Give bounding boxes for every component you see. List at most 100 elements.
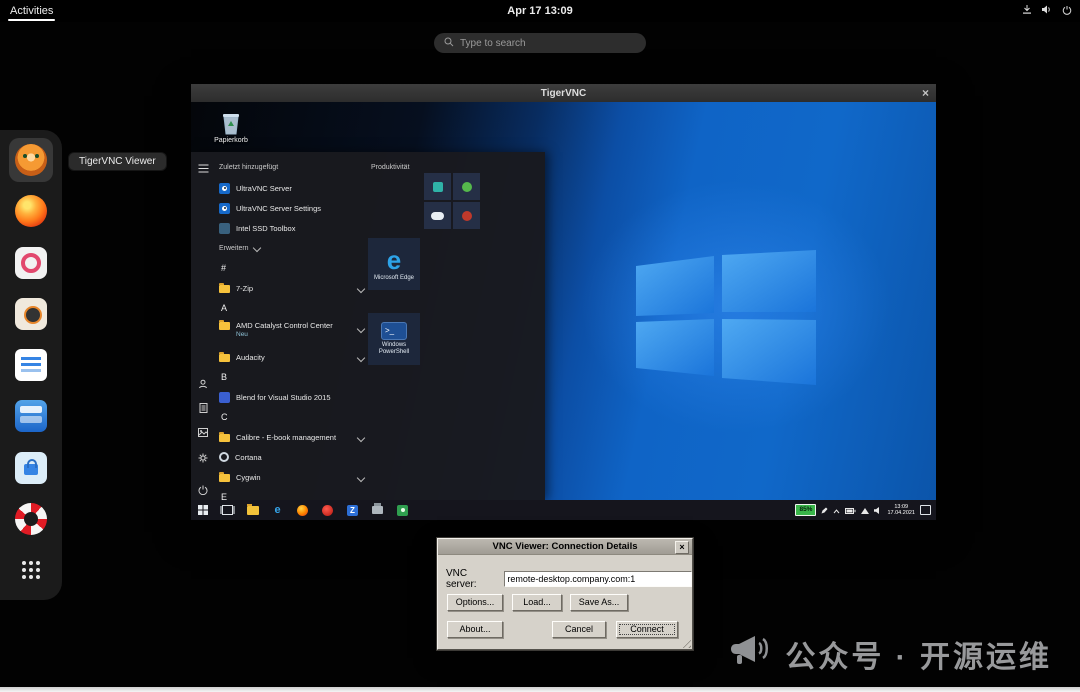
taskbar-clock[interactable]: 13:09 17.04.2021 <box>887 504 915 517</box>
vnc-connection-dialog: VNC Viewer: Connection Details VNC serve… <box>437 538 693 650</box>
letter-header[interactable]: E <box>219 487 367 500</box>
tray-expand-icon[interactable] <box>833 501 840 519</box>
tile-windows-powershell[interactable]: Windows PowerShell <box>368 313 420 365</box>
dock-item-camera[interactable] <box>9 292 53 336</box>
dock-item-software[interactable] <box>9 446 53 490</box>
user-icon[interactable] <box>197 378 209 390</box>
app-item-amd-catalyst[interactable]: AMD Catalyst Control Center Neu <box>219 318 367 347</box>
dialog-titlebar[interactable]: VNC Viewer: Connection Details <box>438 539 692 555</box>
pen-icon[interactable] <box>821 501 828 519</box>
dock-item-documents[interactable] <box>9 343 53 387</box>
dock-item-show-applications[interactable] <box>9 548 53 592</box>
mini-tile[interactable] <box>424 202 451 229</box>
activities-button[interactable]: Activities <box>0 0 63 22</box>
app-item-7zip[interactable]: 7-Zip <box>219 278 367 298</box>
z-app-icon <box>347 505 358 516</box>
mini-tile[interactable] <box>453 202 480 229</box>
dialog-close-icon[interactable] <box>675 541 689 554</box>
search-icon <box>444 37 454 50</box>
app-item-cortana[interactable]: Cortana <box>219 447 367 467</box>
task-view-button[interactable] <box>221 504 234 517</box>
volume-icon[interactable] <box>1042 5 1052 17</box>
files-icon <box>15 400 47 432</box>
vnc-server-input[interactable] <box>504 571 692 587</box>
power-icon[interactable] <box>1062 5 1072 18</box>
powershell-icon <box>381 322 407 340</box>
window-titlebar[interactable]: TigerVNC <box>191 84 936 102</box>
megaphone-icon <box>727 631 771 676</box>
software-icon <box>15 452 47 484</box>
letter-header[interactable]: # <box>219 258 367 278</box>
power-button-icon[interactable] <box>197 484 209 496</box>
pictures-icon[interactable] <box>197 426 209 438</box>
mini-tile[interactable] <box>424 173 451 200</box>
screencast-icon[interactable] <box>1022 4 1032 18</box>
app-item-cygwin[interactable]: Cygwin <box>219 467 367 487</box>
resize-grip[interactable] <box>679 636 691 648</box>
cancel-button[interactable]: Cancel <box>552 621 606 638</box>
ultravnc-icon <box>219 183 230 194</box>
expand-button[interactable]: Erweitern <box>219 238 367 258</box>
start-button[interactable] <box>196 504 209 517</box>
window-close-icon[interactable] <box>922 84 929 102</box>
app-item-audacity[interactable]: Audacity <box>219 347 367 367</box>
edge-button[interactable] <box>271 504 284 517</box>
about-button[interactable]: About... <box>447 621 503 638</box>
edge-icon <box>274 504 280 516</box>
hamburger-icon[interactable] <box>197 162 209 174</box>
system-status-area[interactable] <box>1022 0 1072 22</box>
bottom-strip <box>0 687 1080 692</box>
settings-icon[interactable] <box>197 452 209 464</box>
action-center-icon[interactable] <box>920 505 931 515</box>
browser-button[interactable] <box>321 504 334 517</box>
letter-header[interactable]: A <box>219 298 367 318</box>
folder-icon <box>219 434 230 442</box>
dock-item-help[interactable] <box>9 497 53 541</box>
app-item-ultravnc-settings[interactable]: UltraVNC Server Settings <box>219 198 367 218</box>
speaker-icon[interactable] <box>874 501 882 519</box>
z-app-button[interactable] <box>346 504 359 517</box>
tiles-group-header: Produktivität <box>371 158 410 178</box>
file-explorer-button[interactable] <box>246 504 259 517</box>
save-as-button[interactable]: Save As... <box>570 594 628 611</box>
options-button[interactable]: Options... <box>447 594 503 611</box>
letter-header[interactable]: C <box>219 407 367 427</box>
windows-taskbar: 85% 13:09 17.04.2021 <box>191 500 936 520</box>
gnome-top-bar: Activities Apr 17 13:09 <box>0 0 1080 22</box>
battery-icon[interactable] <box>845 501 856 519</box>
dock-item-firefox[interactable] <box>9 189 53 233</box>
mini-tile[interactable] <box>453 173 480 200</box>
search-placeholder: Type to search <box>460 38 526 49</box>
load-button[interactable]: Load... <box>512 594 562 611</box>
firefox-button[interactable] <box>296 504 309 517</box>
search-input[interactable]: Type to search <box>434 33 646 53</box>
app-item-ultravnc-server[interactable]: UltraVNC Server <box>219 178 367 198</box>
recycle-bin[interactable]: Papierkorb <box>209 110 253 144</box>
folder-icon <box>247 506 259 515</box>
recycle-bin-icon <box>220 110 242 135</box>
app-item-intel-ssd[interactable]: Intel SSD Toolbox <box>219 218 367 238</box>
dock-item-files[interactable] <box>9 394 53 438</box>
battery-perc出badge[interactable]: 85% <box>795 504 816 516</box>
tile-microsoft-edge[interactable]: Microsoft Edge <box>368 238 420 290</box>
green-app-button[interactable] <box>396 504 409 517</box>
firefox-icon <box>15 195 47 227</box>
help-icon <box>15 503 47 535</box>
folder-icon <box>219 322 230 330</box>
chevron-down-icon <box>357 354 365 362</box>
connect-button[interactable]: Connect <box>616 621 678 638</box>
app-item-calibre[interactable]: Calibre - E-book management <box>219 427 367 447</box>
clock[interactable]: Apr 17 13:09 <box>507 5 572 17</box>
dock-item-videos[interactable] <box>9 241 53 285</box>
dock-item-tigervnc[interactable] <box>9 138 53 182</box>
printer-button[interactable] <box>371 504 384 517</box>
firefox-icon <box>297 505 308 516</box>
app-item-blend[interactable]: Blend for Visual Studio 2015 <box>219 387 367 407</box>
chevron-down-icon <box>357 325 365 333</box>
cortana-icon <box>219 452 229 462</box>
green-app-icon <box>397 505 408 516</box>
app-tile-icon <box>462 182 472 192</box>
network-icon[interactable] <box>861 501 869 519</box>
letter-header[interactable]: B <box>219 367 367 387</box>
documents-icon[interactable] <box>197 402 209 414</box>
